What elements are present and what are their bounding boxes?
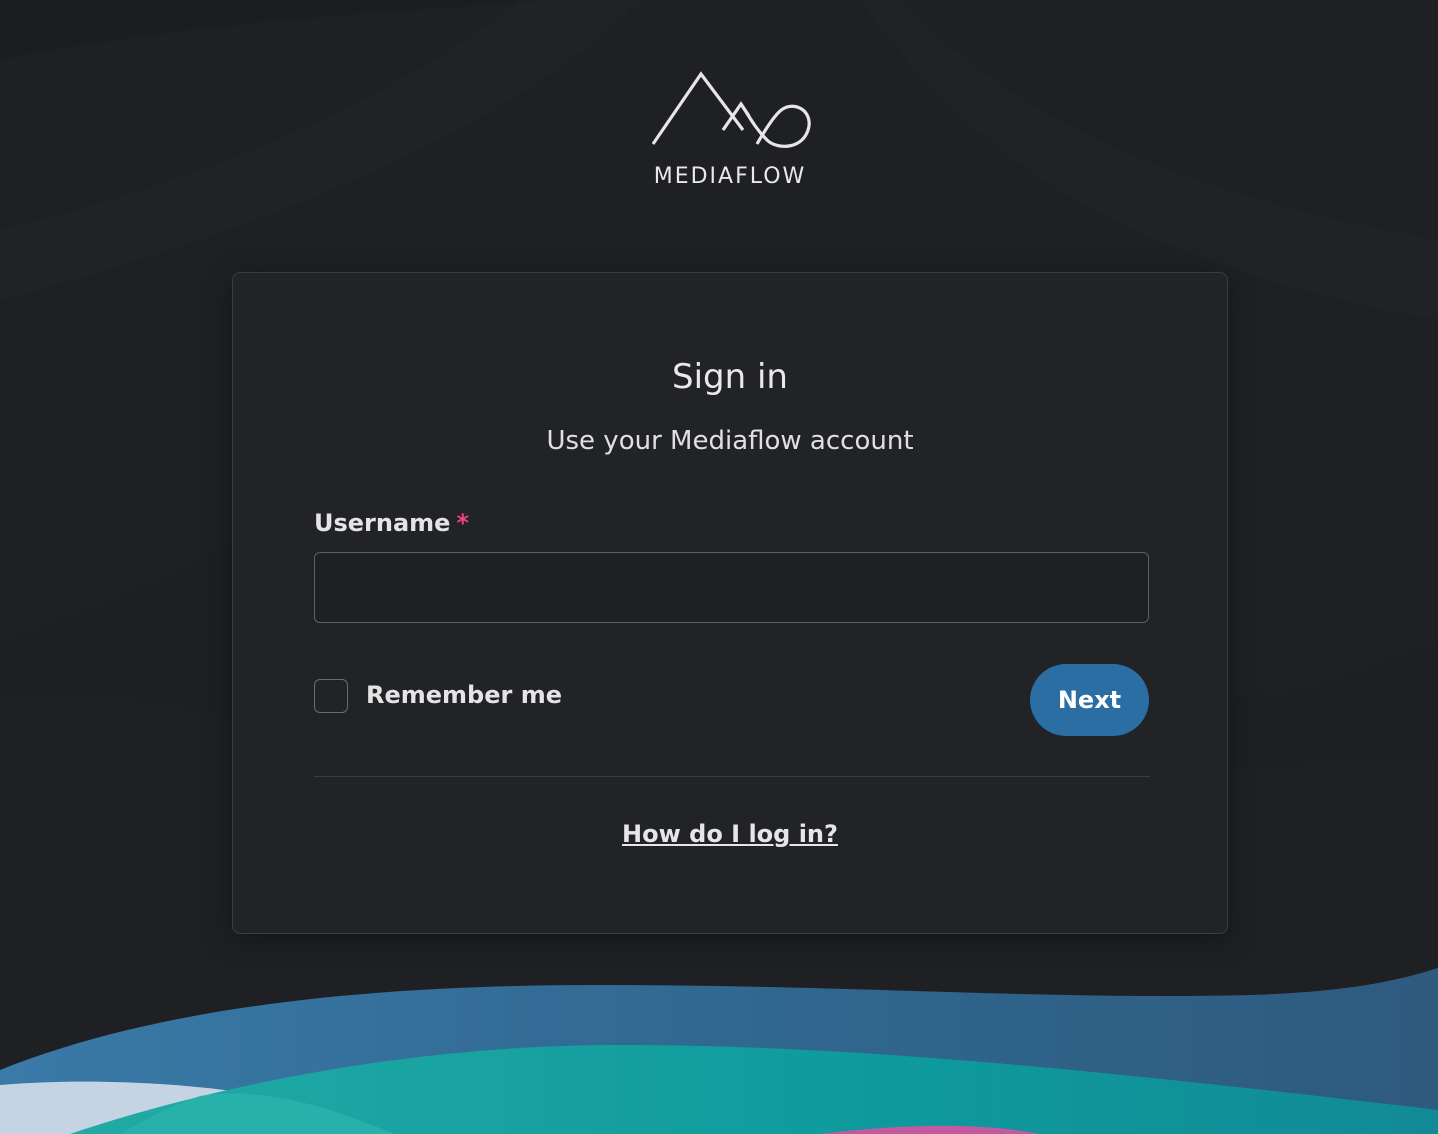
- required-marker: *: [456, 509, 470, 537]
- signin-card: Sign in Use your Mediaflow account Usern…: [232, 272, 1228, 934]
- how-do-i-log-in-link[interactable]: How do I log in?: [233, 820, 1227, 848]
- mediaflow-logo: MEDIAFLOW: [645, 68, 815, 193]
- divider: [314, 776, 1150, 777]
- next-button[interactable]: Next: [1030, 664, 1149, 736]
- remember-me-checkbox[interactable]: [314, 679, 348, 713]
- username-label-text: Username: [314, 509, 451, 537]
- page-subtitle: Use your Mediaflow account: [546, 426, 914, 456]
- remember-me-label[interactable]: Remember me: [366, 681, 562, 709]
- how-do-i-log-in-text[interactable]: How do I log in?: [622, 820, 838, 848]
- username-label: Username *: [314, 509, 469, 537]
- username-input[interactable]: [314, 552, 1149, 623]
- mountain-wave-logo-icon: [651, 71, 811, 148]
- page-title: Sign in: [672, 357, 788, 397]
- brand-name: MEDIAFLOW: [653, 164, 807, 189]
